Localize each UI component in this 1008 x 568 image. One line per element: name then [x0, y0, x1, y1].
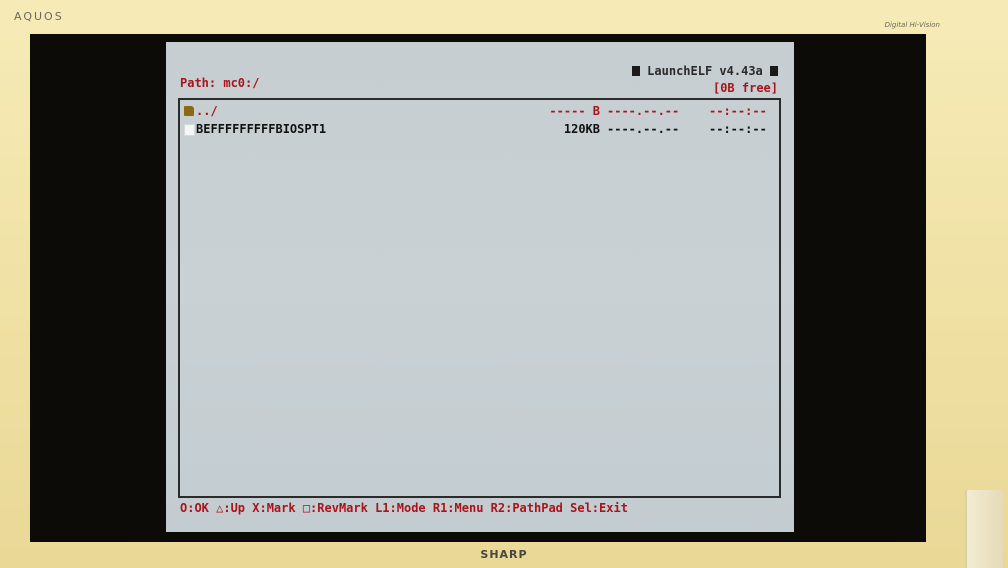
current-path: Path: mc0:/ — [180, 76, 260, 90]
tv-tagline: Digital Hi-Vision — [884, 21, 940, 29]
file-row-parent[interactable]: ../ ----- B ----.--.-- --:--:-- — [182, 104, 776, 119]
tv-brand-logo: AQUOS — [14, 10, 64, 23]
file-time: --:--:-- — [709, 122, 767, 136]
button-help-bar: O:OK △:Up X:Mark □:RevMark L1:Mode R1:Me… — [180, 501, 628, 515]
launchelf-screen: LaunchELF v4.43a Path: mc0:/ [0B free] .… — [166, 42, 794, 532]
tv-manufacturer-logo: SHARP — [480, 548, 528, 561]
folder-icon — [184, 106, 194, 116]
file-size: 120KB — [563, 122, 600, 136]
side-object — [965, 490, 1003, 568]
file-icon — [184, 124, 195, 136]
file-name: ../ — [196, 104, 218, 118]
free-space: [0B free] — [712, 81, 778, 95]
app-title-bar: LaunchELF v4.43a — [631, 64, 778, 78]
file-name: BEFFFFFFFFFBIOSPT1 — [196, 122, 327, 136]
file-list: ../ ----- B ----.--.-- --:--:-- BEFFFFFF… — [178, 98, 781, 498]
title-block-right-icon — [770, 66, 778, 76]
file-date: ----.--.-- — [607, 104, 680, 118]
tv-bezel: AQUOS Digital Hi-Vision LaunchELF v4.43a… — [0, 0, 1008, 568]
title-block-left-icon — [631, 66, 640, 76]
app-title: LaunchELF v4.43a — [647, 64, 763, 78]
file-time: --:--:-- — [709, 104, 767, 118]
file-row[interactable]: BEFFFFFFFFFBIOSPT1 120KB ----.--.-- --:-… — [182, 122, 776, 137]
file-size: ----- B — [549, 104, 600, 118]
file-date: ----.--.-- — [607, 122, 680, 136]
